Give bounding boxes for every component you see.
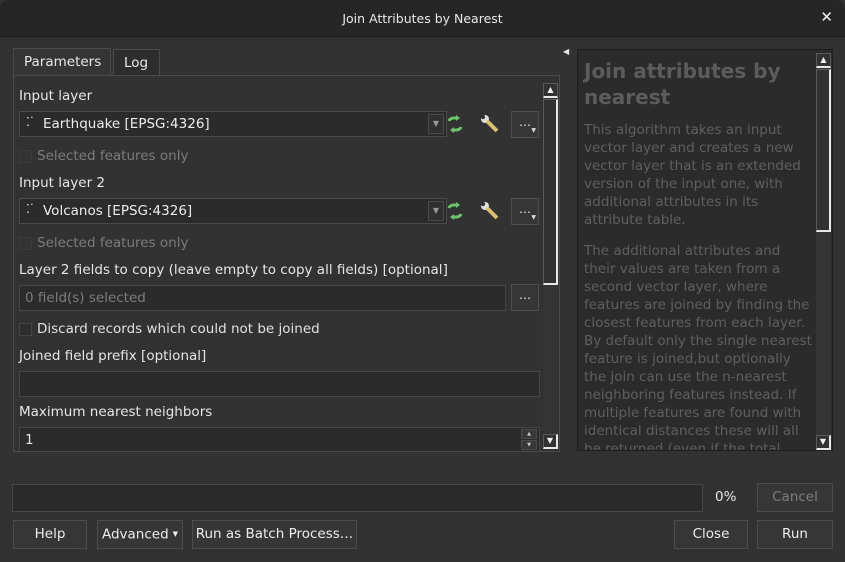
- input-layer-2-options-button[interactable]: … ▼: [511, 198, 539, 225]
- input-layer-label: Input layer: [19, 88, 93, 104]
- help-paragraph: This algorithm takes an input vector lay…: [584, 122, 801, 228]
- help-panel: Join attributes by nearest This algorith…: [577, 49, 833, 451]
- help-title: Join attributes by nearest: [584, 59, 781, 109]
- scrollbar-thumb[interactable]: [543, 99, 558, 285]
- tab-log[interactable]: Log: [113, 49, 160, 76]
- input-layer-2-combo[interactable]: ⁚˙ Volcanos [EPSG:4326] ▼: [19, 198, 447, 224]
- wrench-icon[interactable]: [479, 113, 501, 135]
- parameters-scrollbar[interactable]: ▲ ▼: [543, 83, 558, 449]
- title-bar: Join Attributes by Nearest ✕: [0, 0, 845, 37]
- prefix-input[interactable]: [19, 371, 540, 397]
- batch-process-button[interactable]: Run as Batch Process…: [192, 520, 357, 549]
- fields-to-copy-label: Layer 2 fields to copy (leave empty to c…: [19, 262, 448, 278]
- cancel-button[interactable]: Cancel: [757, 483, 833, 512]
- scrollbar-thumb[interactable]: [816, 69, 831, 232]
- input-layer-options-button[interactable]: … ▼: [511, 111, 539, 138]
- select-fields-button[interactable]: …: [511, 284, 539, 311]
- spin-down-icon[interactable]: ▼: [521, 440, 537, 450]
- max-neighbors-spinbox[interactable]: 1 ▲ ▼: [19, 427, 540, 451]
- scroll-up-icon[interactable]: ▲: [543, 83, 558, 98]
- point-layer-icon: ⁚˙: [26, 202, 35, 216]
- help-scrollbar[interactable]: ▲ ▼: [816, 53, 831, 450]
- prefix-label: Joined field prefix [optional]: [19, 348, 207, 364]
- progress-bar: [12, 484, 703, 512]
- iterate-icon[interactable]: [444, 113, 466, 135]
- spin-up-icon[interactable]: ▲: [521, 429, 537, 439]
- wrench-icon[interactable]: [479, 200, 501, 222]
- help-button[interactable]: Help: [13, 520, 87, 549]
- scroll-down-icon[interactable]: ▼: [816, 435, 831, 450]
- scroll-down-icon[interactable]: ▼: [543, 434, 558, 449]
- advanced-button[interactable]: Advanced ▼: [97, 520, 183, 549]
- input-layer-2-value: Volcanos [EPSG:4326]: [43, 203, 193, 219]
- close-button[interactable]: Close: [674, 520, 748, 549]
- window-title: Join Attributes by Nearest: [342, 11, 503, 26]
- scroll-up-icon[interactable]: ▲: [816, 53, 831, 68]
- run-button[interactable]: Run: [757, 520, 833, 549]
- max-neighbors-label: Maximum nearest neighbors: [19, 404, 213, 420]
- point-layer-icon: ⁚˙: [26, 115, 35, 129]
- help-paragraph: The additional attributes and their valu…: [584, 243, 812, 451]
- collapse-help-icon[interactable]: ◀: [563, 47, 569, 56]
- input-layer-combo[interactable]: ⁚˙ Earthquake [EPSG:4326] ▼: [19, 111, 447, 137]
- input-layer-2-label: Input layer 2: [19, 175, 105, 191]
- chevron-down-icon: ▼: [172, 530, 179, 538]
- input-layer-value: Earthquake [EPSG:4326]: [43, 116, 210, 132]
- fields-to-copy-field[interactable]: 0 field(s) selected: [19, 285, 506, 311]
- progress-label: 0%: [715, 489, 737, 505]
- tab-parameters[interactable]: Parameters: [13, 48, 111, 75]
- close-icon[interactable]: ✕: [820, 8, 833, 26]
- chevron-down-icon[interactable]: ▼: [428, 114, 444, 134]
- parameters-panel: Input layer ⁚˙ Earthquake [EPSG:4326] ▼ …: [13, 75, 560, 452]
- iterate-icon[interactable]: [444, 200, 466, 222]
- chevron-down-icon[interactable]: ▼: [428, 201, 444, 221]
